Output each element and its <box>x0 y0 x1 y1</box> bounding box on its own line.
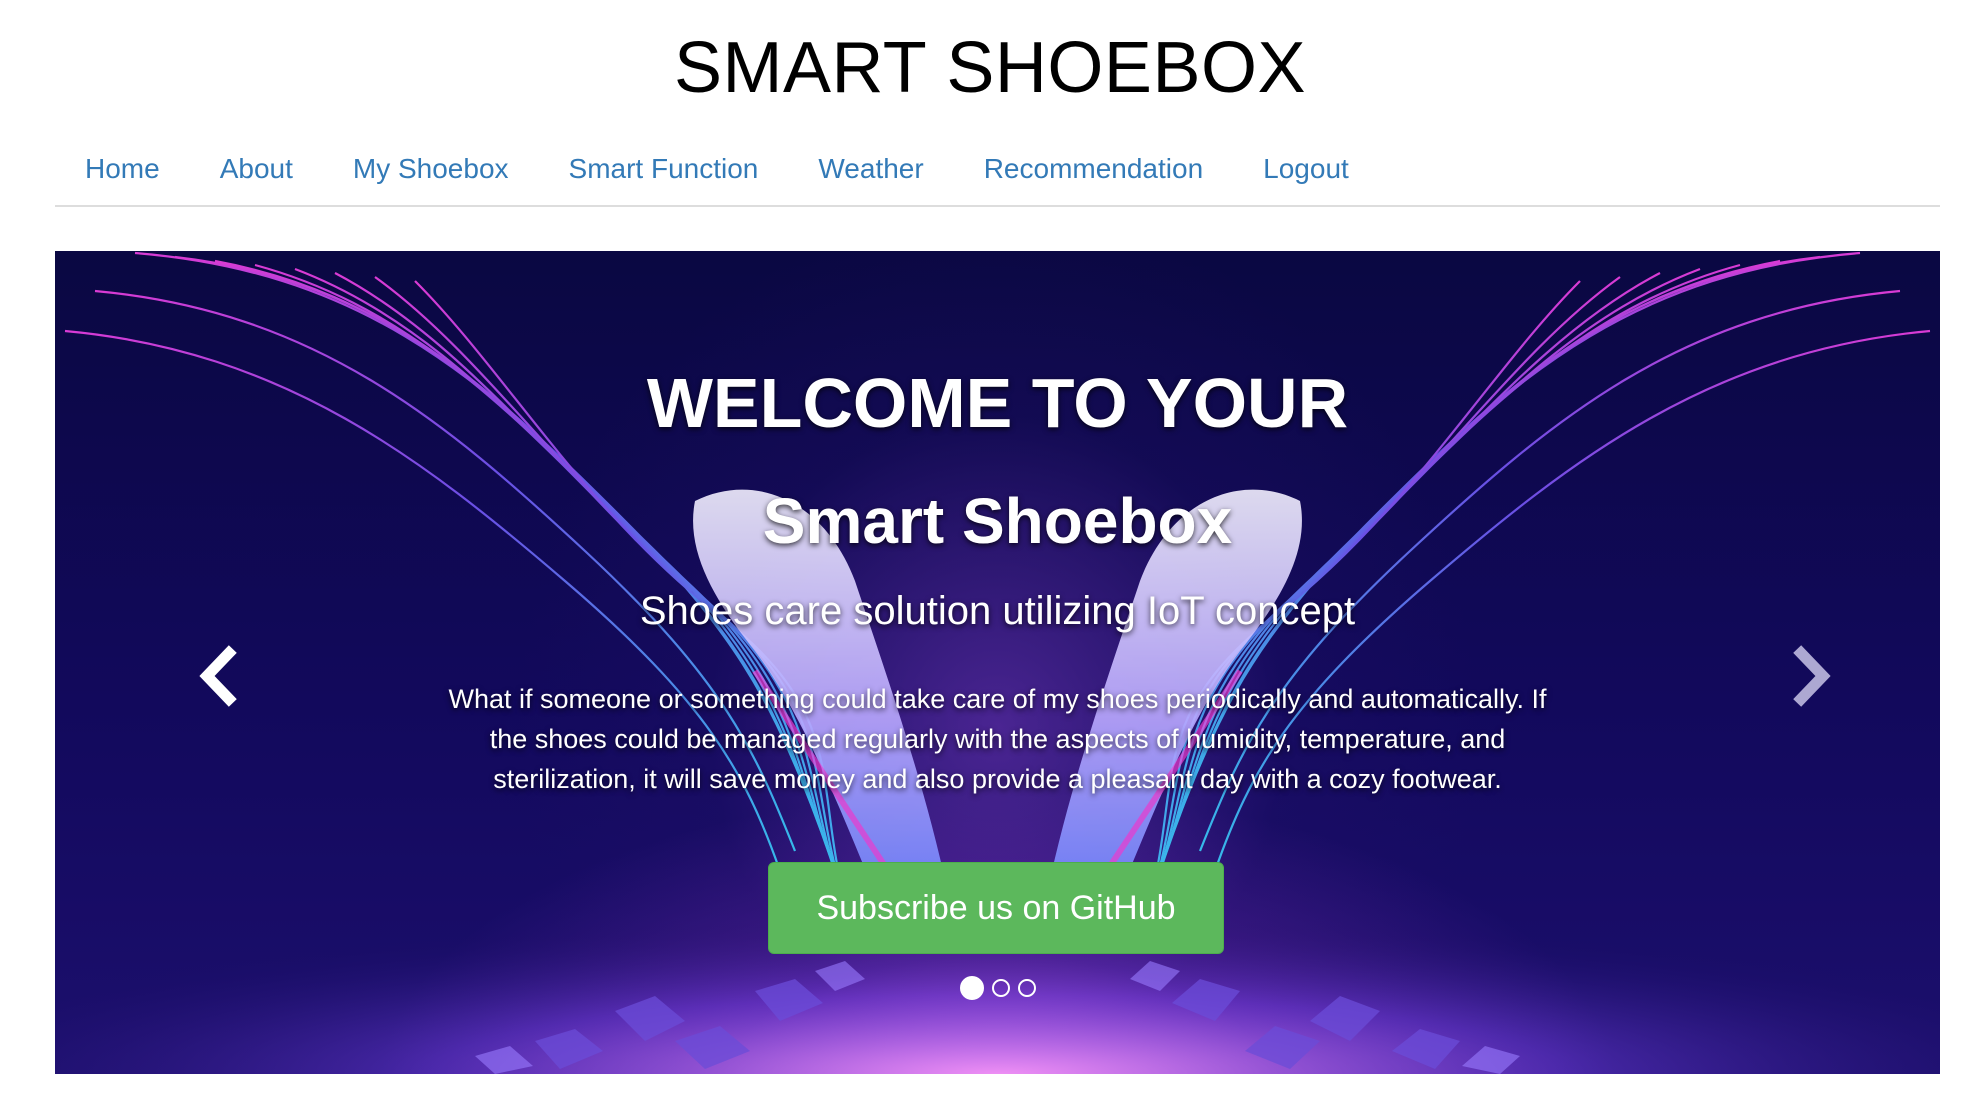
hero-tagline: Shoes care solution utilizing IoT concep… <box>639 589 1356 633</box>
chevron-left-icon <box>199 645 237 707</box>
carousel-next-button[interactable] <box>1775 641 1845 711</box>
hero-caption: WELCOME TO YOUR Smart Shoebox Shoes care… <box>55 251 1940 1074</box>
nav-item-recommendation[interactable]: Recommendation <box>954 135 1233 203</box>
hero-subheading: Smart Shoebox <box>762 485 1233 557</box>
nav-item-home[interactable]: Home <box>55 135 190 203</box>
page: SMART SHOEBOX Home About My Shoebox Smar… <box>0 0 1980 1102</box>
nav-item-weather[interactable]: Weather <box>788 135 953 203</box>
nav-item-logout[interactable]: Logout <box>1233 135 1379 203</box>
hero-carousel: WELCOME TO YOUR Smart Shoebox Shoes care… <box>55 251 1940 1074</box>
carousel-indicator-3[interactable] <box>1017 979 1036 997</box>
carousel-indicator-1[interactable] <box>959 976 984 1000</box>
chevron-right-icon <box>1793 645 1831 707</box>
nav-item-my-shoebox[interactable]: My Shoebox <box>323 135 539 203</box>
hero-description: What if someone or something could take … <box>448 684 1547 794</box>
carousel-prev-button[interactable] <box>185 641 255 711</box>
hero-heading: WELCOME TO YOUR <box>646 364 1349 442</box>
subscribe-github-button[interactable]: Subscribe us on GitHub <box>768 862 1224 954</box>
nav-item-smart-function[interactable]: Smart Function <box>539 135 789 203</box>
carousel-indicators <box>55 976 1940 1000</box>
carousel-indicator-2[interactable] <box>991 979 1010 997</box>
main-nav: Home About My Shoebox Smart Function Wea… <box>55 135 1940 207</box>
site-title: SMART SHOEBOX <box>674 28 1306 108</box>
nav-item-about[interactable]: About <box>190 135 323 203</box>
